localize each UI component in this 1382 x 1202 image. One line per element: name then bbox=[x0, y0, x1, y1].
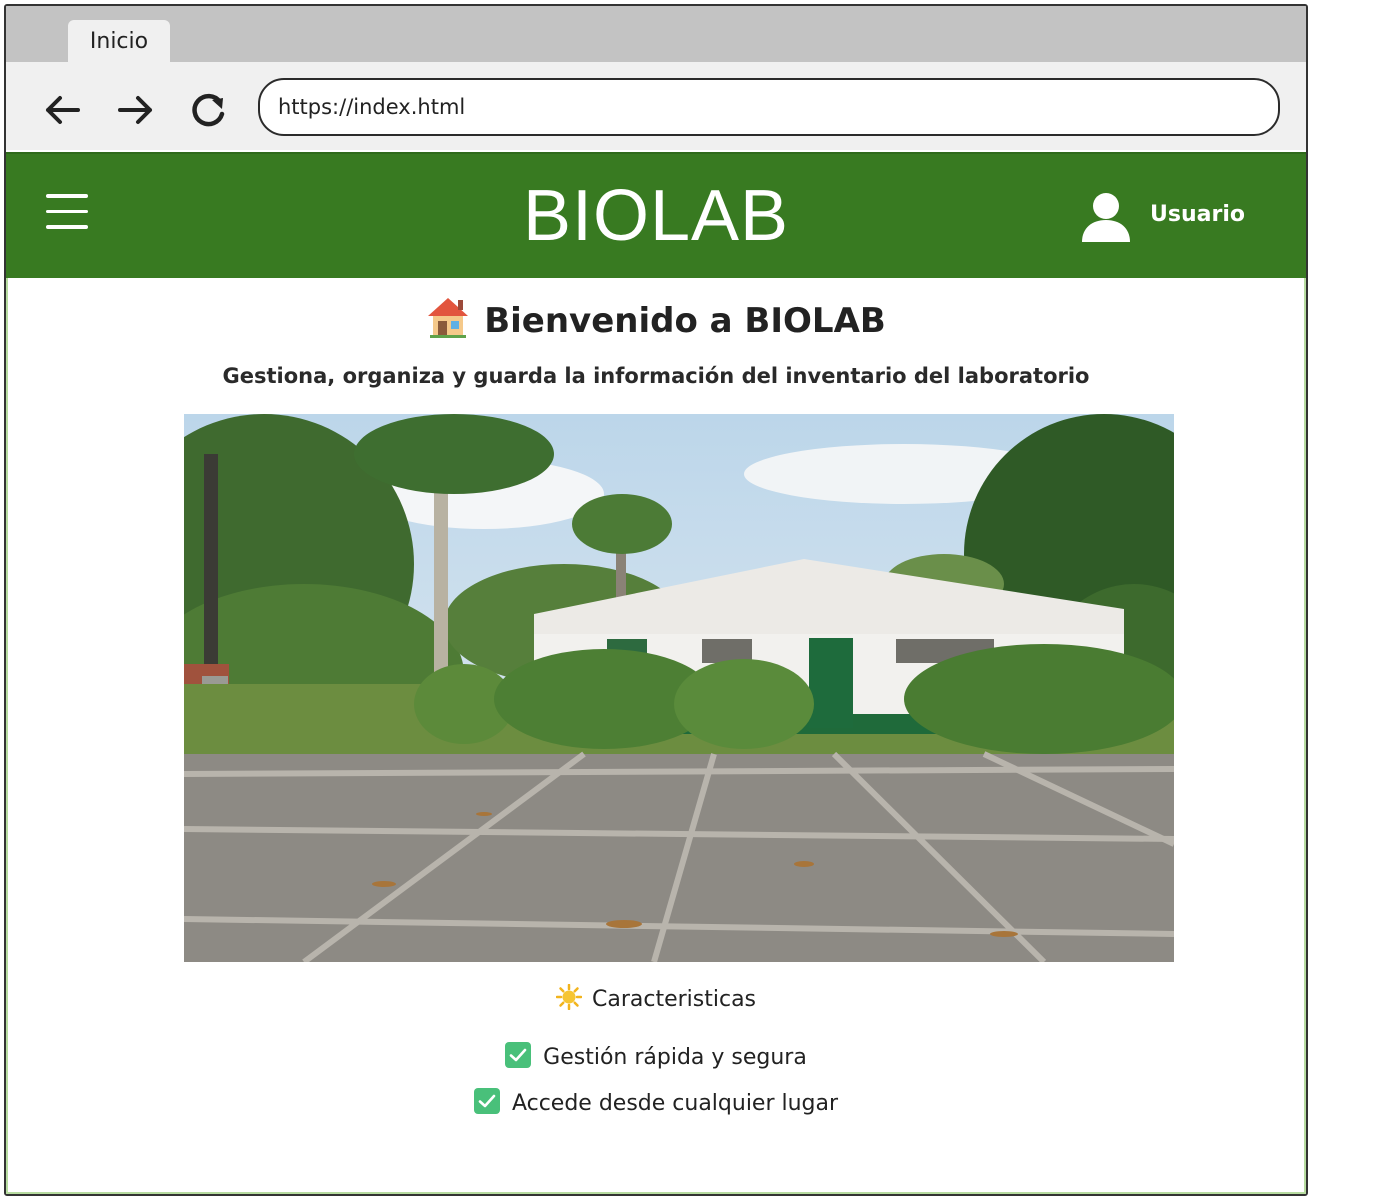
feature-item: Accede desde cualquier lugar bbox=[8, 1088, 1304, 1120]
house-icon bbox=[428, 298, 469, 338]
user-label: Usuario bbox=[1150, 202, 1245, 227]
feature-item: Gestión rápida y segura bbox=[8, 1042, 1304, 1074]
tab-strip: Inicio bbox=[6, 6, 1306, 62]
feature-label: Accede desde cualquier lugar bbox=[511, 1091, 839, 1116]
features-heading: Caracteristicas bbox=[8, 984, 1304, 1016]
welcome-heading: Bienvenido a BIOLAB bbox=[8, 296, 1304, 345]
app-header: BIOLAB Usuario bbox=[6, 152, 1306, 280]
tab-inicio[interactable]: Inicio bbox=[68, 20, 170, 62]
forward-arrow-icon[interactable] bbox=[114, 88, 158, 132]
subtitle: Gestiona, organiza y guarda la informaci… bbox=[222, 364, 1090, 388]
features-title: Caracteristicas bbox=[591, 987, 757, 1012]
welcome-title: Bienvenido a BIOLAB bbox=[484, 301, 886, 341]
feature-label: Gestión rápida y segura bbox=[543, 1045, 807, 1070]
browser-toolbar: https://index.html bbox=[6, 62, 1306, 150]
hero-image bbox=[184, 414, 1174, 962]
back-arrow-icon[interactable] bbox=[40, 88, 84, 132]
url-bar[interactable]: https://index.html bbox=[258, 78, 1280, 136]
user-icon bbox=[1082, 193, 1130, 242]
sun-icon bbox=[555, 984, 582, 1010]
user-menu[interactable]: Usuario bbox=[1080, 192, 1260, 242]
browser-window: Inicio https://index.html BIOLAB Usuario bbox=[4, 4, 1308, 1196]
main-content: Bienvenido a BIOLAB Gestiona, organiza y… bbox=[6, 278, 1306, 1194]
check-mark-icon bbox=[473, 1088, 500, 1114]
reload-icon[interactable] bbox=[186, 88, 230, 132]
check-mark-icon bbox=[505, 1042, 532, 1068]
